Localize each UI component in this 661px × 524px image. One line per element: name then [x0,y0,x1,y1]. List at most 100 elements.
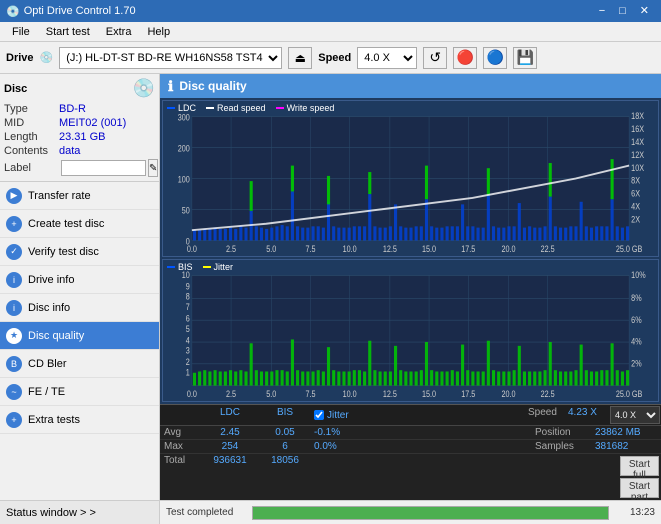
svg-text:12.5: 12.5 [383,244,397,254]
jitter-legend-label: Jitter [214,262,234,272]
disc-header-left: Disc [4,83,27,95]
svg-text:8: 8 [186,292,190,302]
fe-te-label: FE / TE [28,386,65,398]
upper-legend: LDC Read speed Write speed [167,103,334,113]
disc-panel: Disc 💿 Type BD-R MID MEIT02 (001) Length… [0,74,159,182]
disc-quality-icon: ★ [6,328,22,344]
read-speed-label: Read speed [217,103,266,113]
app-title: Opti Drive Control 1.70 [24,5,136,17]
sidebar-item-fe-te[interactable]: ~ FE / TE [0,378,159,406]
stats-avg-row: Avg 2.45 0.05 -0.1% Position 23862 MB [160,426,661,440]
avg-ldc: 2.45 [200,426,260,439]
sidebar-item-extra-tests[interactable]: + Extra tests [0,406,159,434]
stats-speed-label: Speed [524,405,564,425]
toolbar-icon-1[interactable]: 🔴 [453,47,477,69]
speed-label: Speed [318,52,351,64]
upper-chart-svg: 300 200 100 50 0 18X 16X 14X 12X 10X 8X … [163,101,658,256]
chart-lower: BIS Jitter [162,259,659,402]
menu-file[interactable]: File [4,24,38,40]
drive-info-icon: i [6,272,22,288]
svg-text:3: 3 [186,346,190,356]
svg-text:15.0: 15.0 [422,244,436,254]
cd-bler-label: CD Bler [28,358,67,370]
transfer-rate-icon: ▶ [6,188,22,204]
status-window[interactable]: Status window > > [0,500,159,524]
label-key: Label [4,162,59,174]
svg-text:17.5: 17.5 [461,244,475,254]
verify-test-disc-label: Verify test disc [28,246,99,258]
type-value: BD-R [59,103,86,115]
total-empty [310,454,618,500]
svg-text:6%: 6% [631,315,641,325]
sidebar-item-disc-info[interactable]: i Disc info [0,294,159,322]
progress-time: 13:23 [615,507,655,518]
toolbar-icon-2[interactable]: 🔵 [483,47,507,69]
svg-text:5: 5 [186,324,190,334]
svg-text:2.5: 2.5 [226,389,236,399]
position-label: Position [531,426,591,439]
menu-extra[interactable]: Extra [98,24,140,40]
disc-length-row: Length 23.31 GB [4,131,155,143]
svg-text:5.0: 5.0 [266,244,276,254]
disc-info-label: Disc info [28,302,70,314]
create-test-disc-icon: + [6,216,22,232]
drive-disc-icon: 💿 [40,51,54,64]
minimize-button[interactable]: − [593,3,611,19]
bis-dot [167,266,175,268]
svg-text:100: 100 [178,175,190,185]
svg-text:7.5: 7.5 [305,244,315,254]
write-speed-dot [276,107,284,109]
label-edit-button[interactable]: ✎ [148,159,158,177]
svg-text:10X: 10X [631,163,644,173]
start-part-button[interactable]: Start part [620,478,659,498]
nav-items: ▶ Transfer rate + Create test disc ✓ Ver… [0,182,159,500]
jitter-checkbox[interactable] [314,410,324,420]
sidebar-item-drive-info[interactable]: i Drive info [0,266,159,294]
svg-text:200: 200 [178,144,190,154]
max-bis: 6 [260,440,310,453]
ldc-label: LDC [178,103,196,113]
svg-text:7: 7 [186,302,190,312]
svg-text:1: 1 [186,368,190,378]
sidebar-item-transfer-rate[interactable]: ▶ Transfer rate [0,182,159,210]
drive-info-label: Drive info [28,274,74,286]
svg-text:2X: 2X [631,215,640,225]
sidebar-item-disc-quality[interactable]: ★ Disc quality [0,322,159,350]
refresh-button[interactable]: ↺ [423,47,447,69]
maximize-button[interactable]: □ [613,3,632,19]
bis-label: BIS [178,262,193,272]
quality-title: Disc quality [179,79,246,93]
close-button[interactable]: ✕ [634,3,655,19]
svg-text:8X: 8X [631,176,640,186]
speed-select-stats[interactable]: 4.0 X [610,406,660,424]
disc-info-icon: i [6,300,22,316]
svg-text:16X: 16X [631,124,644,134]
cd-bler-icon: B [6,356,22,372]
lower-chart-svg: 10 9 8 7 6 5 4 3 2 1 10% 8% 6% 4% 2% [163,260,658,401]
speed-select[interactable]: 4.0 X [357,47,417,69]
drive-select[interactable]: (J:) HL-DT-ST BD-RE WH16NS58 TST4 [59,47,282,69]
svg-text:2%: 2% [631,359,641,369]
menu-help[interactable]: Help [139,24,178,40]
progress-bar-inner [253,507,608,519]
svg-text:20.0: 20.0 [501,389,515,399]
svg-text:15.0: 15.0 [422,389,436,399]
mid-value: MEIT02 (001) [59,117,126,129]
menu-start-test[interactable]: Start test [38,24,98,40]
sidebar-item-verify-test-disc[interactable]: ✓ Verify test disc [0,238,159,266]
titlebar-controls: − □ ✕ [593,3,655,19]
sidebar-item-create-test-disc[interactable]: + Create test disc [0,210,159,238]
quality-icon: ℹ [168,78,173,95]
svg-text:4: 4 [186,336,190,346]
eject-button[interactable]: ⏏ [288,47,312,69]
label-input[interactable] [61,160,146,176]
start-full-button[interactable]: Start full [620,456,659,476]
svg-text:17.5: 17.5 [461,389,475,399]
main-layout: Disc 💿 Type BD-R MID MEIT02 (001) Length… [0,74,661,524]
save-button[interactable]: 💾 [513,47,537,69]
svg-text:50: 50 [182,206,190,216]
charts-area: LDC Read speed Write speed [160,98,661,404]
total-ldc: 936631 [200,454,260,500]
length-key: Length [4,131,59,143]
sidebar-item-cd-bler[interactable]: B CD Bler [0,350,159,378]
